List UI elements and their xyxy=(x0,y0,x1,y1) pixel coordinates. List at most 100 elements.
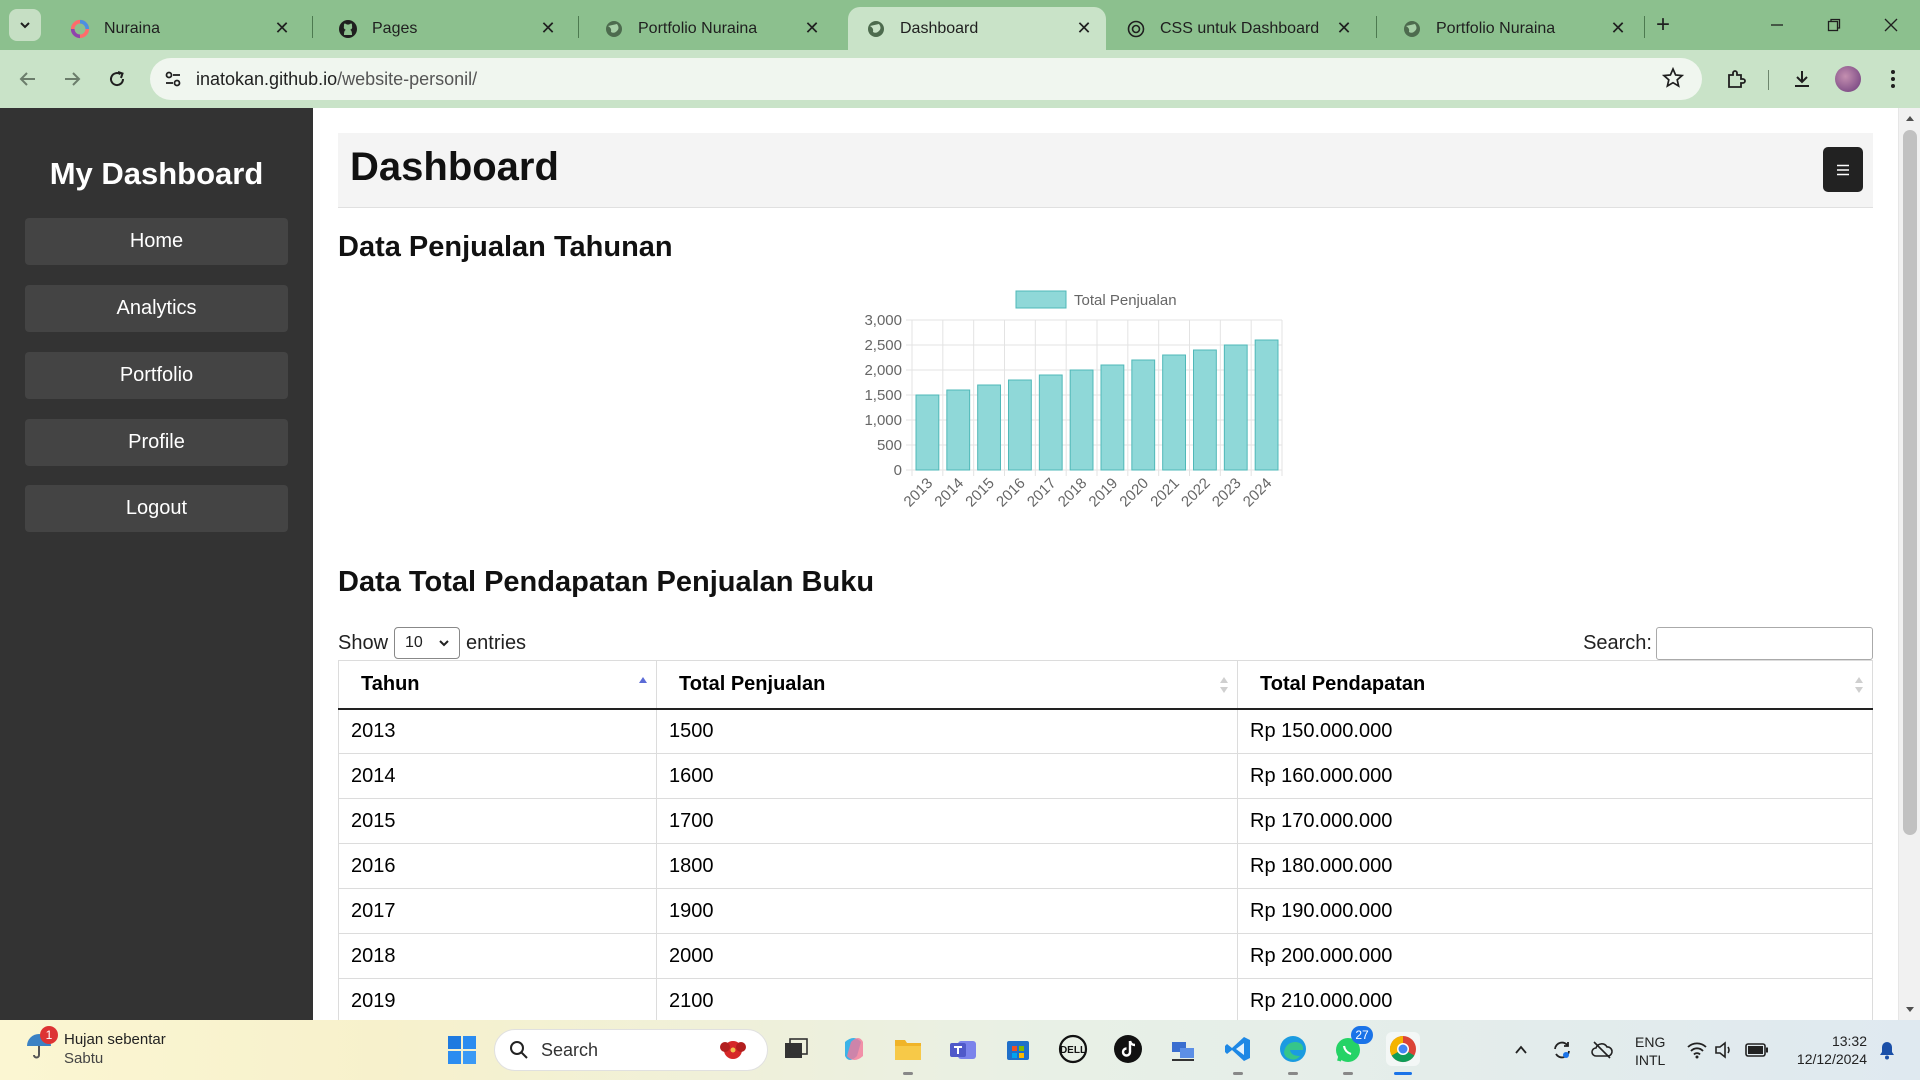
scroll-up-arrow-icon[interactable] xyxy=(1904,113,1916,125)
close-icon[interactable]: ✕ xyxy=(802,18,822,39)
copilot-icon[interactable] xyxy=(837,1032,871,1066)
teams-icon[interactable] xyxy=(946,1032,980,1066)
cell-total-pendapatan: Rp 210.000.000 xyxy=(1237,978,1873,1020)
sidebar-item-profile[interactable]: Profile xyxy=(25,419,288,466)
url-host: inatokan.github.io xyxy=(196,69,338,89)
cell-total-pendapatan: Rp 200.000.000 xyxy=(1237,933,1873,979)
sidebar: My Dashboard Home Analytics Portfolio Pr… xyxy=(0,108,313,1020)
tab-divider xyxy=(1644,16,1645,38)
tab-pages[interactable]: Pages ✕ xyxy=(320,7,570,50)
windows-start-icon[interactable] xyxy=(447,1035,477,1065)
legend-label: Total Penjualan xyxy=(1074,292,1177,309)
cell-tahun: 2013 xyxy=(338,708,657,754)
sidebar-item-analytics[interactable]: Analytics xyxy=(25,285,288,332)
sync-icon[interactable] xyxy=(1550,1038,1574,1062)
browser-tab-bar: Nuraina ✕ Pages ✕ Portfolio Nuraina ✕ Da… xyxy=(0,0,1920,50)
globe-icon xyxy=(604,19,624,39)
scrollbar-thumb[interactable] xyxy=(1903,130,1917,835)
x-tick-label: 2017 xyxy=(1024,475,1060,511)
battery-icon[interactable] xyxy=(1745,1038,1769,1062)
tab-dashboard[interactable]: Dashboard ✕ xyxy=(848,7,1106,50)
table-search-control: Search: xyxy=(1583,627,1873,660)
bar xyxy=(1254,339,1279,471)
x-tick-label: 2015 xyxy=(962,475,998,511)
reload-icon[interactable] xyxy=(100,62,134,96)
weather-widget[interactable]: 1 Hujan sebentar Sabtu xyxy=(24,1026,166,1068)
column-header-tahun[interactable]: Tahun xyxy=(338,660,657,710)
close-icon[interactable]: ✕ xyxy=(272,18,292,39)
close-icon[interactable]: ✕ xyxy=(1074,18,1094,39)
vscode-icon[interactable] xyxy=(1221,1032,1255,1075)
volume-icon[interactable] xyxy=(1713,1038,1737,1062)
tab-divider xyxy=(578,16,579,38)
bar xyxy=(1069,369,1094,471)
notification-bell-icon[interactable] xyxy=(1875,1038,1899,1062)
menu-toggle-button[interactable] xyxy=(1823,147,1863,192)
tab-title: Pages xyxy=(372,19,418,37)
cell-total-pendapatan: Rp 190.000.000 xyxy=(1237,888,1873,934)
restore-icon[interactable] xyxy=(1819,10,1849,40)
back-arrow-icon[interactable] xyxy=(11,62,45,96)
wifi-icon[interactable] xyxy=(1685,1038,1709,1062)
show-label: Show xyxy=(338,631,389,654)
minimize-icon[interactable] xyxy=(1762,10,1792,40)
close-icon[interactable]: ✕ xyxy=(1608,18,1628,39)
input-language-indicator[interactable]: ENG INTL xyxy=(1635,1033,1665,1069)
new-tab-plus-icon[interactable]: + xyxy=(1651,13,1675,37)
chevron-up-icon[interactable] xyxy=(1509,1038,1533,1062)
scroll-down-arrow-icon[interactable] xyxy=(1904,1003,1916,1015)
tab-nuraina[interactable]: Nuraina ✕ xyxy=(52,7,304,50)
sidebar-item-logout[interactable]: Logout xyxy=(25,485,288,532)
tab-search-button[interactable] xyxy=(9,9,41,41)
network-app-icon[interactable] xyxy=(1166,1032,1200,1066)
site-settings-icon[interactable] xyxy=(162,68,184,90)
task-view-icon[interactable] xyxy=(779,1032,813,1066)
sidebar-item-portfolio[interactable]: Portfolio xyxy=(25,352,288,399)
taskbar-search-box[interactable]: Search xyxy=(494,1029,768,1071)
tab-css-untuk-dashboard[interactable]: CSS untuk Dashboard ✕ xyxy=(1108,7,1366,50)
microsoft-store-icon[interactable] xyxy=(1001,1032,1035,1066)
system-clock[interactable]: 13:32 12/12/2024 xyxy=(1787,1032,1867,1068)
chrome-icon[interactable] xyxy=(1386,1032,1420,1075)
forward-arrow-icon[interactable] xyxy=(55,62,89,96)
x-tick-label: 2020 xyxy=(1116,475,1152,511)
search-placeholder: Search xyxy=(541,1039,599,1060)
edge-icon[interactable] xyxy=(1276,1032,1310,1075)
sort-icon xyxy=(1855,677,1863,693)
browser-toolbar: inatokan.github.io/website-personil/ xyxy=(0,50,1920,108)
y-tick-label: 3,000 xyxy=(864,312,902,329)
whatsapp-badge: 27 xyxy=(1351,1026,1373,1044)
bookmark-star-icon[interactable] xyxy=(1661,66,1686,91)
profile-avatar-icon[interactable] xyxy=(1835,66,1861,92)
download-icon[interactable] xyxy=(1789,66,1815,92)
cell-total-penjualan: 1900 xyxy=(656,888,1238,934)
cloud-offline-icon[interactable] xyxy=(1590,1038,1614,1062)
page-length-select[interactable]: 10 xyxy=(394,627,461,659)
more-vertical-icon[interactable] xyxy=(1880,66,1906,92)
bar xyxy=(1162,354,1186,471)
close-icon[interactable]: ✕ xyxy=(538,18,558,39)
dell-icon[interactable]: DELL xyxy=(1056,1032,1090,1066)
tab-title: Nuraina xyxy=(104,19,161,37)
table-search-input[interactable] xyxy=(1656,627,1873,660)
tab-divider xyxy=(312,16,313,38)
column-header-total-pendapatan[interactable]: Total Pendapatan xyxy=(1237,660,1873,710)
column-header-total-penjualan[interactable]: Total Penjualan xyxy=(656,660,1238,710)
tab-divider xyxy=(1376,16,1377,38)
running-indicator xyxy=(1343,1072,1353,1075)
tab-portfolio-nuraina[interactable]: Portfolio Nuraina ✕ xyxy=(586,7,834,50)
bar xyxy=(1193,349,1217,471)
page-scrollbar[interactable] xyxy=(1898,108,1920,1020)
file-explorer-icon[interactable] xyxy=(891,1032,925,1075)
close-icon[interactable]: ✕ xyxy=(1334,18,1354,39)
sidebar-item-home[interactable]: Home xyxy=(25,218,288,265)
extensions-icon[interactable] xyxy=(1723,66,1749,92)
tab-portfolio-nuraina-2[interactable]: Portfolio Nuraina ✕ xyxy=(1384,7,1640,50)
close-window-icon[interactable] xyxy=(1876,10,1906,40)
weather-day: Sabtu xyxy=(64,1050,104,1067)
address-bar[interactable]: inatokan.github.io/website-personil/ xyxy=(150,58,1702,100)
tiktok-icon[interactable] xyxy=(1111,1032,1145,1066)
tab-title: Portfolio Nuraina xyxy=(1436,19,1556,37)
cell-tahun: 2014 xyxy=(338,753,657,799)
whatsapp-icon[interactable]: 27 xyxy=(1331,1026,1373,1075)
